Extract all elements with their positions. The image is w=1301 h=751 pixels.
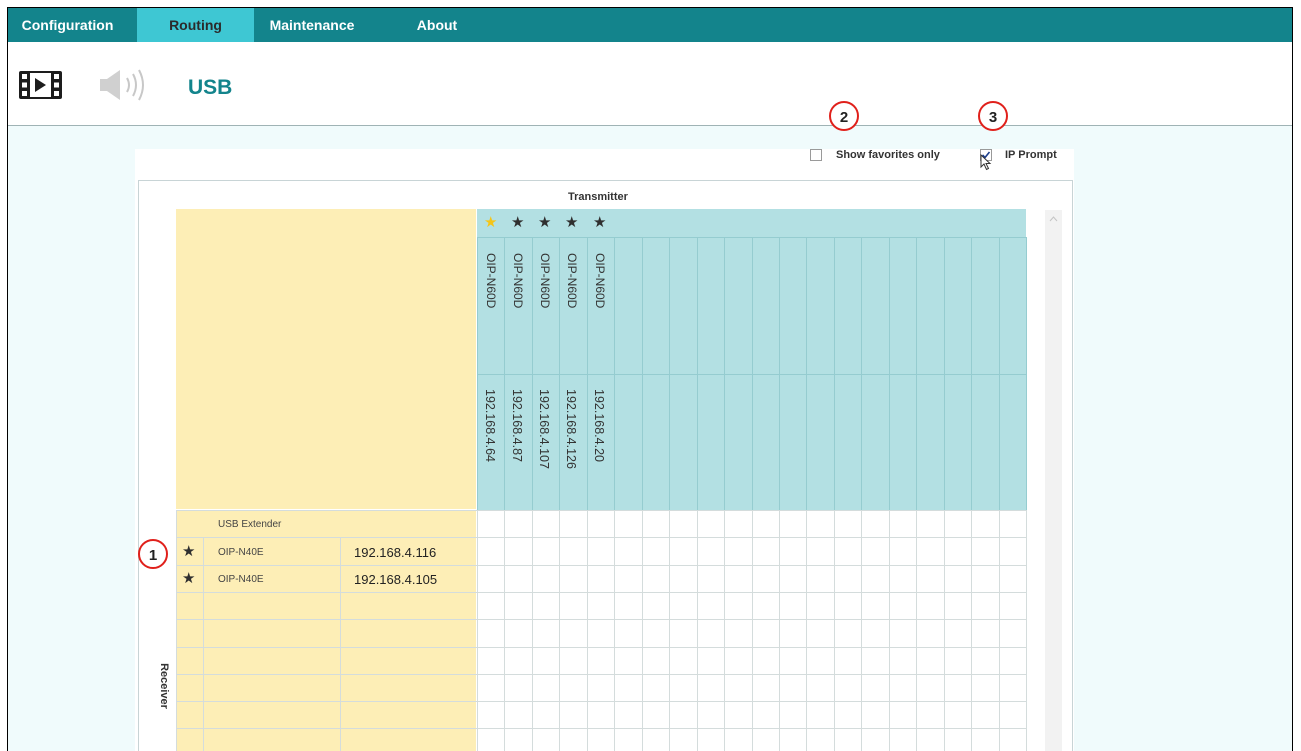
grid-line [203,537,204,751]
mouse-cursor-icon [980,153,992,176]
callout-badge: 2 [829,101,859,131]
receiver-favorite-star-1[interactable]: ★ [182,544,195,560]
grid-line [889,510,890,751]
show-favorites-checkbox[interactable] [810,149,822,161]
transmitter-favorite-star-1[interactable]: ★ [484,215,497,231]
grid-line [176,619,1026,620]
receiver-ip: 192.168.4.116 [354,545,437,560]
grid-line [559,510,560,751]
grid-line [176,510,177,751]
grid-line [999,510,1000,751]
transmitter-name: OIP-N60D [538,253,552,309]
show-favorites-label: Show favorites only [836,149,940,161]
grid-line [861,510,862,751]
grid-line [176,565,1026,566]
grid-line [614,510,615,751]
grid-line [176,674,1026,675]
speaker-icon[interactable] [98,68,156,102]
nav-routing[interactable]: Routing [137,8,254,42]
transmitter-name: OIP-N60D [593,253,607,309]
grid-line [477,237,1026,238]
grid-line [944,510,945,751]
receiver-axis-label: Receiver [158,663,170,709]
grid-line [176,701,1026,702]
receiver-name: OIP-N40E [218,547,264,558]
nav-maintenance[interactable]: Maintenance [256,8,368,42]
device-group-label: USB Extender [218,519,282,530]
transmitter-favorite-star-5[interactable]: ★ [593,215,606,231]
nav-configuration[interactable]: Configuration [8,8,127,42]
transmitter-ip: 192.168.4.20 [592,389,606,462]
callout-badge: 3 [978,101,1008,131]
grid-line [477,510,478,751]
transmitter-name: OIP-N60D [565,253,579,309]
grid-line [642,510,643,751]
grid-line [532,510,533,751]
matrix-scrollbar[interactable] [1045,210,1062,751]
grid-line [340,537,341,751]
transmitter-name: OIP-N60D [484,253,498,309]
grid-line [1026,510,1027,751]
transmitter-favorite-star-4[interactable]: ★ [565,215,578,231]
receiver-ip: 192.168.4.105 [354,572,438,587]
grid-line [1026,237,1027,510]
scroll-up-icon[interactable] [1045,212,1062,226]
transmitter-favorite-star-2[interactable]: ★ [511,215,524,231]
receiver-name: OIP-N40E [218,574,264,585]
transmitter-name: OIP-N60D [511,253,525,309]
grid-line [587,510,588,751]
transmitter-axis-label: Transmitter [568,191,628,203]
transmitter-ip: 192.168.4.107 [537,389,551,469]
grid-line [834,510,835,751]
video-icon[interactable] [18,70,63,100]
grid-line [697,510,698,751]
grid-line [752,510,753,751]
transmitter-ip: 192.168.4.126 [564,389,578,469]
top-nav: Configuration Routing Maintenance About [8,8,1292,42]
page-title: USB [188,76,233,99]
app-window: Configuration Routing Maintenance About [7,7,1293,751]
receiver-favorite-star-2[interactable]: ★ [182,571,195,587]
nav-about[interactable]: About [406,8,468,42]
matrix-corner [176,209,476,509]
grid-line [504,510,505,751]
grid-line [806,510,807,751]
grid-line [779,510,780,751]
callout-badge: 1 [138,539,168,569]
grid-line [176,592,1026,593]
grid-line [176,647,1026,648]
grid-line [916,510,917,751]
grid-line [971,510,972,751]
grid-line [477,374,1026,375]
grid-line [669,510,670,751]
transmitter-ip: 192.168.4.64 [483,389,497,462]
grid-line [724,510,725,751]
grid-line [176,537,1026,538]
transmitter-favorite-star-3[interactable]: ★ [538,215,551,231]
grid-line [176,728,1026,729]
transmitter-ip: 192.168.4.87 [510,389,524,462]
grid-line [176,510,1026,511]
ip-prompt-label: IP Prompt [1005,149,1057,161]
